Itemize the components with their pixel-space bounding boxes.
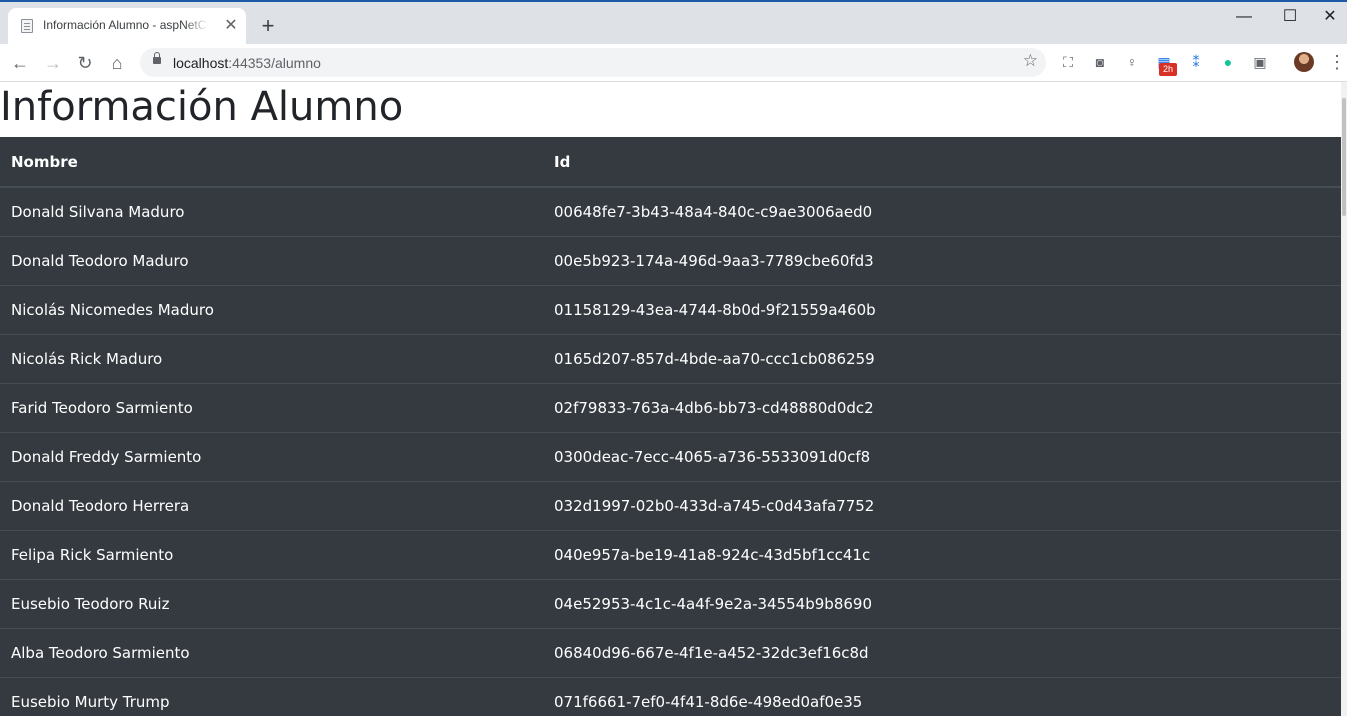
cell-id: 040e957a-be19-41a8-924c-43d5bf1cc41c: [543, 530, 1341, 580]
column-header-nombre: Nombre: [0, 137, 543, 188]
cell-nombre: Alba Teodoro Sarmiento: [0, 628, 543, 678]
cell-nombre: Nicolás Rick Maduro: [0, 334, 543, 384]
table-row: Felipa Rick Sarmiento 040e957a-be19-41a8-…: [0, 530, 1341, 580]
cell-id: 032d1997-02b0-433d-a745-c0d43afa7752: [543, 481, 1341, 531]
cell-id: 02f79833-763a-4db6-bb73-cd48880d0dc2: [543, 383, 1341, 433]
cell-id: 0165d207-857d-4bde-aa70-ccc1cb086259: [543, 334, 1341, 384]
grammarly-icon[interactable]: ●: [1219, 53, 1237, 71]
translate-icon[interactable]: ⁑: [1187, 53, 1205, 71]
table-row: Eusebio Murty Trump 071f6661-7ef0-4f41-8d…: [0, 677, 1341, 716]
table-row: Alba Teodoro Sarmiento 06840d96-667e-4f1e…: [0, 628, 1341, 678]
back-arrow-icon[interactable]: ←: [7, 50, 33, 76]
cell-nombre: Donald Teodoro Maduro: [0, 236, 543, 286]
cell-id: 04e52953-4c1c-4a4f-9e2a-34554b9b8690: [543, 579, 1341, 629]
cell-id: 06840d96-667e-4f1e-a452-32dc3ef16c8d: [543, 628, 1341, 678]
tab-close-icon[interactable]: ✕: [222, 17, 240, 35]
home-icon[interactable]: ⌂: [104, 50, 130, 76]
tab-title: Información Alumno - aspNetCore: [43, 18, 208, 32]
cell-nombre: Eusebio Teodoro Ruiz: [0, 579, 543, 629]
scrollbar-thumb[interactable]: [1342, 98, 1346, 216]
cell-nombre: Eusebio Murty Trump: [0, 677, 543, 716]
tab-strip: Información Alumno - aspNetCore ✕ + — ☐ …: [0, 0, 1347, 44]
cell-id: 00e5b923-174a-496d-9aa3-7789cbe60fd3: [543, 236, 1341, 286]
lightbulb-icon[interactable]: ♀: [1123, 53, 1141, 71]
reload-icon[interactable]: ↻: [72, 50, 98, 76]
page-viewport: Información Alumno Nombre Id Donald Silv…: [0, 82, 1341, 716]
table-row: Donald Silvana Maduro 00648fe7-3b43-48a4-…: [0, 186, 1341, 237]
table-header-row: Nombre Id: [0, 137, 1341, 188]
alumno-table: Nombre Id Donald Silvana Maduro 00648fe7-…: [0, 137, 1341, 716]
cell-id: 071f6661-7ef0-4f41-8d6e-498ed0af0e35: [543, 677, 1341, 716]
cell-id: 00648fe7-3b43-48a4-840c-c9ae3006aed0: [543, 186, 1341, 237]
cell-nombre: Felipa Rick Sarmiento: [0, 530, 543, 580]
cell-id: 0300deac-7ecc-4065-a736-5533091d0cf8: [543, 432, 1341, 482]
extension-icon[interactable]: ▣: [1251, 53, 1269, 71]
table-row: Donald Teodoro Maduro 00e5b923-174a-496d-…: [0, 236, 1341, 286]
browser-menu-icon[interactable]: ⋮: [1328, 51, 1346, 73]
forward-arrow-icon[interactable]: →: [40, 50, 66, 76]
cell-nombre: Nicolás Nicomedes Maduro: [0, 285, 543, 335]
page-scrollbar[interactable]: [1341, 82, 1347, 716]
profile-avatar[interactable]: [1294, 52, 1314, 72]
browser-toolbar: ← → ↻ ⌂ localhost:44353/alumno ☆ ⛶ ◙ ♀ ▦…: [0, 44, 1347, 82]
extension-badge: 2h: [1159, 63, 1177, 76]
url-text[interactable]: localhost:44353/alumno: [173, 55, 321, 71]
table-row: Nicolás Rick Maduro 0165d207-857d-4bde-aa…: [0, 334, 1341, 384]
screen-capture-icon[interactable]: ⛶: [1059, 53, 1077, 71]
close-window-button[interactable]: ✕: [1313, 6, 1347, 28]
table-row: Donald Freddy Sarmiento 0300deac-7ecc-406…: [0, 432, 1341, 482]
maximize-button[interactable]: ☐: [1267, 6, 1313, 28]
table-row: Eusebio Teodoro Ruiz 04e52953-4c1c-4a4f-9…: [0, 579, 1341, 629]
cell-nombre: Donald Teodoro Herrera: [0, 481, 543, 531]
column-header-id: Id: [543, 137, 1341, 188]
table-row: Nicolás Nicomedes Maduro 01158129-43ea-47…: [0, 285, 1341, 335]
url-host: localhost: [173, 55, 229, 71]
window-top-border: [0, 0, 1347, 2]
minimize-button[interactable]: —: [1221, 6, 1267, 28]
cell-nombre: Donald Freddy Sarmiento: [0, 432, 543, 482]
table-row: Farid Teodoro Sarmiento 02f79833-763a-4db…: [0, 383, 1341, 433]
page-title: Información Alumno: [0, 84, 404, 130]
address-bar[interactable]: localhost:44353/alumno ☆: [140, 48, 1046, 77]
cell-nombre: Donald Silvana Maduro: [0, 186, 543, 237]
bookmark-star-icon[interactable]: ☆: [1023, 51, 1038, 71]
page-favicon-icon: [21, 19, 33, 33]
browser-tab[interactable]: Información Alumno - aspNetCore ✕: [8, 8, 246, 44]
cell-id: 01158129-43ea-4744-8b0d-9f21559a460b: [543, 285, 1341, 335]
url-path: :44353/alumno: [228, 55, 321, 71]
password-manager-icon[interactable]: ◙: [1091, 53, 1109, 71]
cell-nombre: Farid Teodoro Sarmiento: [0, 383, 543, 433]
new-tab-button[interactable]: +: [257, 15, 279, 37]
table-row: Donald Teodoro Herrera 032d1997-02b0-433d…: [0, 481, 1341, 531]
lock-icon[interactable]: [153, 52, 161, 64]
